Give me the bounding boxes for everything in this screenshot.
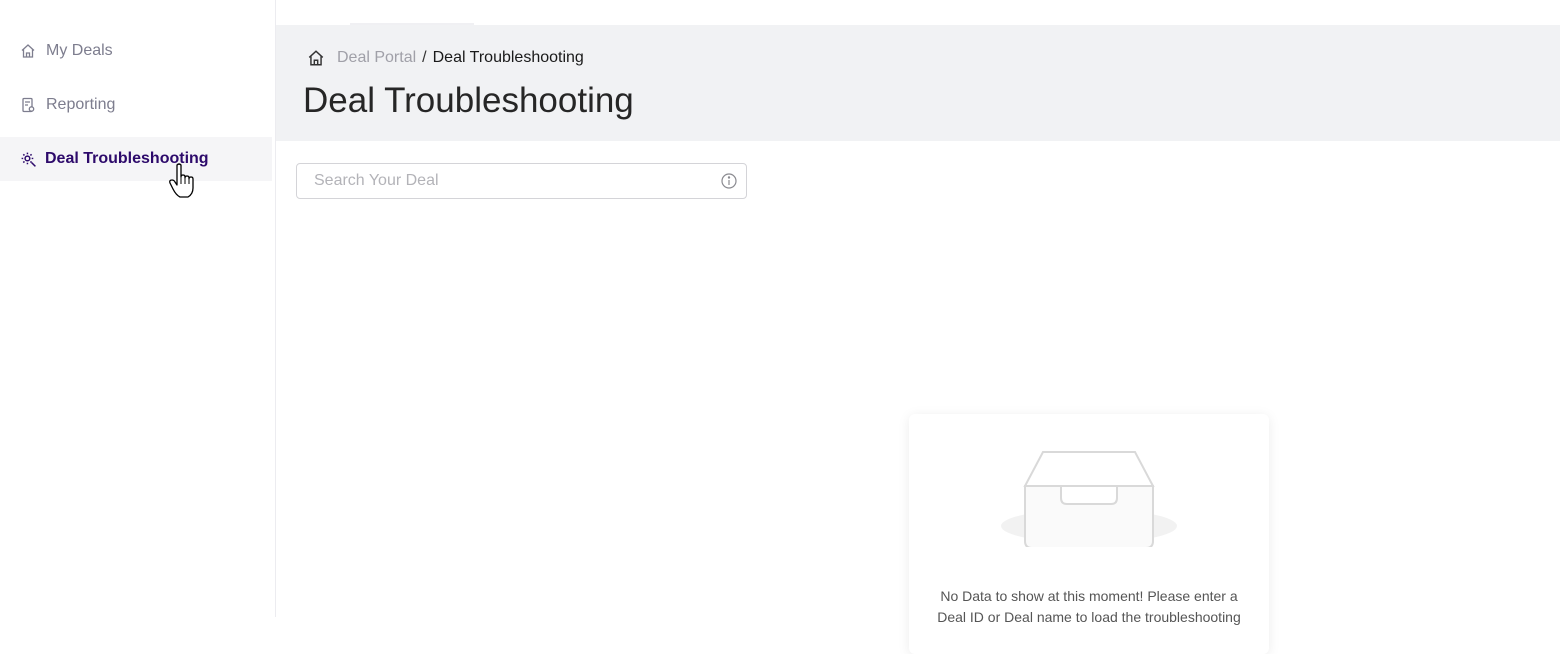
sidebar-item-deal-troubleshooting[interactable]: Deal Troubleshooting [0,137,272,181]
sidebar-item-label: Deal Troubleshooting [45,150,209,167]
empty-state-message: No Data to show at this moment! Please e… [937,588,1241,625]
sidebar-item-label: My Deals [46,42,113,59]
sidebar: My Deals Reporting Deal Troubleshooting [0,0,276,617]
sidebar-item-label: Reporting [46,96,116,113]
breadcrumb: Deal Portal / Deal Troubleshooting [307,49,584,67]
sidebar-item-reporting[interactable]: Reporting [0,83,272,127]
search-box [296,163,747,199]
top-bar [276,0,1560,25]
search-input[interactable] [297,164,697,198]
info-icon[interactable] [720,172,738,190]
page-title: Deal Troubleshooting [303,81,634,120]
empty-state-card: No Data to show at this moment! Please e… [909,414,1269,654]
breadcrumb-separator: / [422,49,427,66]
breadcrumb-current: Deal Troubleshooting [432,49,584,66]
page-header: Deal Portal / Deal Troubleshooting Deal … [276,25,1560,141]
breadcrumb-link-deal-portal[interactable]: Deal Portal [337,49,416,67]
home-icon[interactable] [307,49,325,67]
gear-search-icon [19,150,37,168]
sidebar-item-my-deals[interactable]: My Deals [0,29,272,73]
empty-inbox-icon [1001,451,1177,547]
report-icon [19,96,37,114]
home-icon [19,42,37,60]
